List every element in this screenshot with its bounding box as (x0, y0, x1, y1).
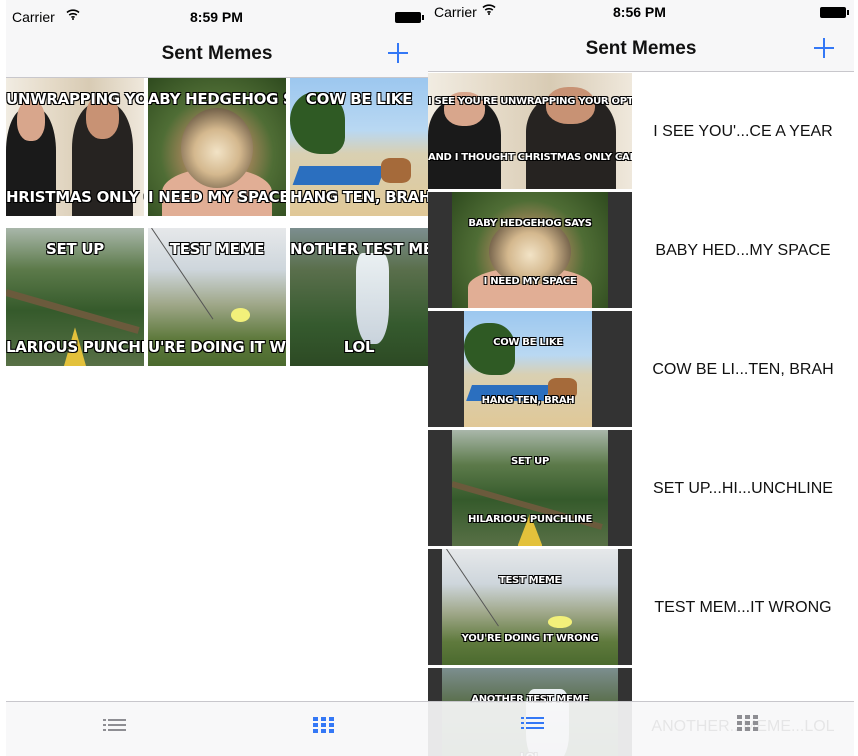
meme-bottom-text: HRISTMAS ONLY CA (6, 188, 144, 206)
meme-top-text: NOTHER TEST MEM (290, 240, 428, 258)
meme-top-text: I SEE YOU'RE UNWRAPPING YOUR OPTIONALS (428, 96, 632, 108)
meme-image: SET UP LARIOUS PUNCHLI (6, 228, 144, 366)
tab-bar (428, 701, 854, 756)
meme-top-text: COW BE LIKE (493, 336, 563, 348)
meme-image: I SEE YOU'RE UNWRAPPING YOUR OPTIONALS AN… (428, 73, 632, 189)
table-row[interactable]: BABY HEDGEHOG SAYS I NEED MY SPACE BABY HE… (428, 191, 854, 310)
meme-bottom-text: HANG TEN, BRAH (290, 188, 428, 206)
meme-grid-cell[interactable]: UNWRAPPING YOU HRISTMAS ONLY CA (6, 78, 144, 216)
meme-grid-cell[interactable]: SET UP LARIOUS PUNCHLI (6, 228, 144, 366)
wifi-icon (66, 9, 80, 20)
meme-grid-cell[interactable]: NOTHER TEST MEM LOL (290, 228, 428, 366)
meme-grid-cell[interactable]: COW BE LIKE HANG TEN, BRAH (290, 78, 428, 216)
meme-title-label: COW BE LI...TEN, BRAH (652, 361, 834, 378)
status-bar: Carrier 8:56 PM (428, 0, 854, 20)
tab-list[interactable] (518, 710, 548, 736)
carrier-label: Carrier (434, 4, 477, 20)
status-time: 8:59 PM (190, 9, 243, 25)
table-row[interactable]: I SEE YOU'RE UNWRAPPING YOUR OPTIONALS AN… (428, 72, 854, 191)
meme-title-label: TEST MEM...IT WRONG (654, 599, 832, 616)
table-row[interactable]: COW BE LIKE HANG TEN, BRAH COW BE LI...TEN… (428, 310, 854, 429)
tab-grid[interactable] (733, 710, 763, 736)
meme-bottom-text: U'RE DOING IT WRO (148, 338, 286, 356)
tab-grid[interactable] (309, 712, 339, 738)
meme-bottom-text: HILARIOUS PUNCHLINE (467, 514, 593, 526)
meme-bottom-text: LARIOUS PUNCHLI (6, 338, 144, 356)
meme-bottom-text: HANG TEN, BRAH (481, 395, 575, 407)
table-screen: Sent Memes Carrier 8:56 PM I SEE YOU'RE … (428, 0, 854, 756)
meme-bottom-text: YOU'RE DOING IT WRONG (461, 633, 599, 645)
status-bar: Carrier 8:59 PM (6, 0, 428, 25)
meme-thumbnail: COW BE LIKE HANG TEN, BRAH (428, 311, 632, 427)
meme-bottom-text: I NEED MY SPACE (148, 188, 286, 206)
meme-top-text: TEST MEME (498, 574, 562, 586)
battery-icon (395, 12, 424, 23)
page-title: Sent Memes (585, 38, 697, 59)
plus-icon (814, 38, 834, 58)
meme-image: COW BE LIKE HANG TEN, BRAH (290, 78, 428, 216)
grid-screen: Sent Memes Carrier 8:59 PM UNWRAPPING YO… (6, 0, 428, 756)
meme-thumbnail: I SEE YOU'RE UNWRAPPING YOUR OPTIONALS AN… (428, 73, 632, 189)
meme-title-label: SET UP...HI...UNCHLINE (653, 480, 833, 497)
battery-icon (820, 7, 849, 18)
meme-top-text: TEST MEME (169, 240, 265, 258)
grid-icon (313, 717, 334, 733)
meme-image: SET UP HILARIOUS PUNCHLINE (452, 430, 608, 546)
meme-top-text: UNWRAPPING YOU (6, 90, 144, 108)
meme-thumbnail: BABY HEDGEHOG SAYS I NEED MY SPACE (428, 192, 632, 308)
grid-icon (737, 715, 758, 731)
list-icon (521, 717, 544, 729)
meme-table: I SEE YOU'RE UNWRAPPING YOUR OPTIONALS AN… (428, 72, 854, 756)
wifi-icon (482, 4, 496, 15)
meme-bottom-text: I NEED MY SPACE (483, 276, 577, 288)
meme-image: TEST MEME YOU'RE DOING IT WRONG (442, 549, 618, 665)
meme-image: BABY HEDGEHOG SAYS I NEED MY SPACE (452, 192, 608, 308)
meme-bottom-text: LOL (343, 338, 375, 356)
tab-bar (6, 701, 428, 756)
meme-top-text: SET UP (511, 455, 549, 467)
meme-image: UNWRAPPING YOU HRISTMAS ONLY CA (6, 78, 144, 216)
meme-top-text: ABY HEDGEHOG SAY (148, 90, 286, 108)
meme-image: COW BE LIKE HANG TEN, BRAH (464, 311, 592, 427)
table-row[interactable]: SET UP HILARIOUS PUNCHLINE SET UP...HI...U… (428, 429, 854, 548)
meme-image: ABY HEDGEHOG SAY I NEED MY SPACE (148, 78, 286, 216)
table-row[interactable]: TEST MEME YOU'RE DOING IT WRONG TEST MEM..… (428, 548, 854, 667)
meme-title-label: BABY HED...MY SPACE (655, 242, 831, 259)
meme-image: NOTHER TEST MEM LOL (290, 228, 428, 366)
meme-title-label: I SEE YOU'...CE A YEAR (653, 123, 833, 140)
meme-bottom-text: AND I THOUGHT CHRISTMAS ONLY CAME ONCE A… (428, 152, 632, 164)
page-title: Sent Memes (161, 43, 273, 64)
list-icon (103, 719, 126, 731)
meme-top-text: COW BE LIKE (305, 90, 413, 108)
meme-thumbnail: TEST MEME YOU'RE DOING IT WRONG (428, 549, 632, 665)
add-meme-button[interactable] (386, 41, 410, 65)
status-time: 8:56 PM (613, 4, 666, 20)
meme-top-text: BABY HEDGEHOG SAYS (468, 217, 592, 229)
meme-grid-cell[interactable]: ABY HEDGEHOG SAY I NEED MY SPACE (148, 78, 286, 216)
add-meme-button[interactable] (812, 36, 836, 60)
meme-thumbnail: SET UP HILARIOUS PUNCHLINE (428, 430, 632, 546)
meme-image: TEST MEME U'RE DOING IT WRO (148, 228, 286, 366)
carrier-label: Carrier (12, 9, 55, 25)
tab-list[interactable] (100, 712, 130, 738)
plus-icon (388, 43, 408, 63)
meme-top-text: SET UP (46, 240, 104, 258)
meme-grid-cell[interactable]: TEST MEME U'RE DOING IT WRO (148, 228, 286, 366)
